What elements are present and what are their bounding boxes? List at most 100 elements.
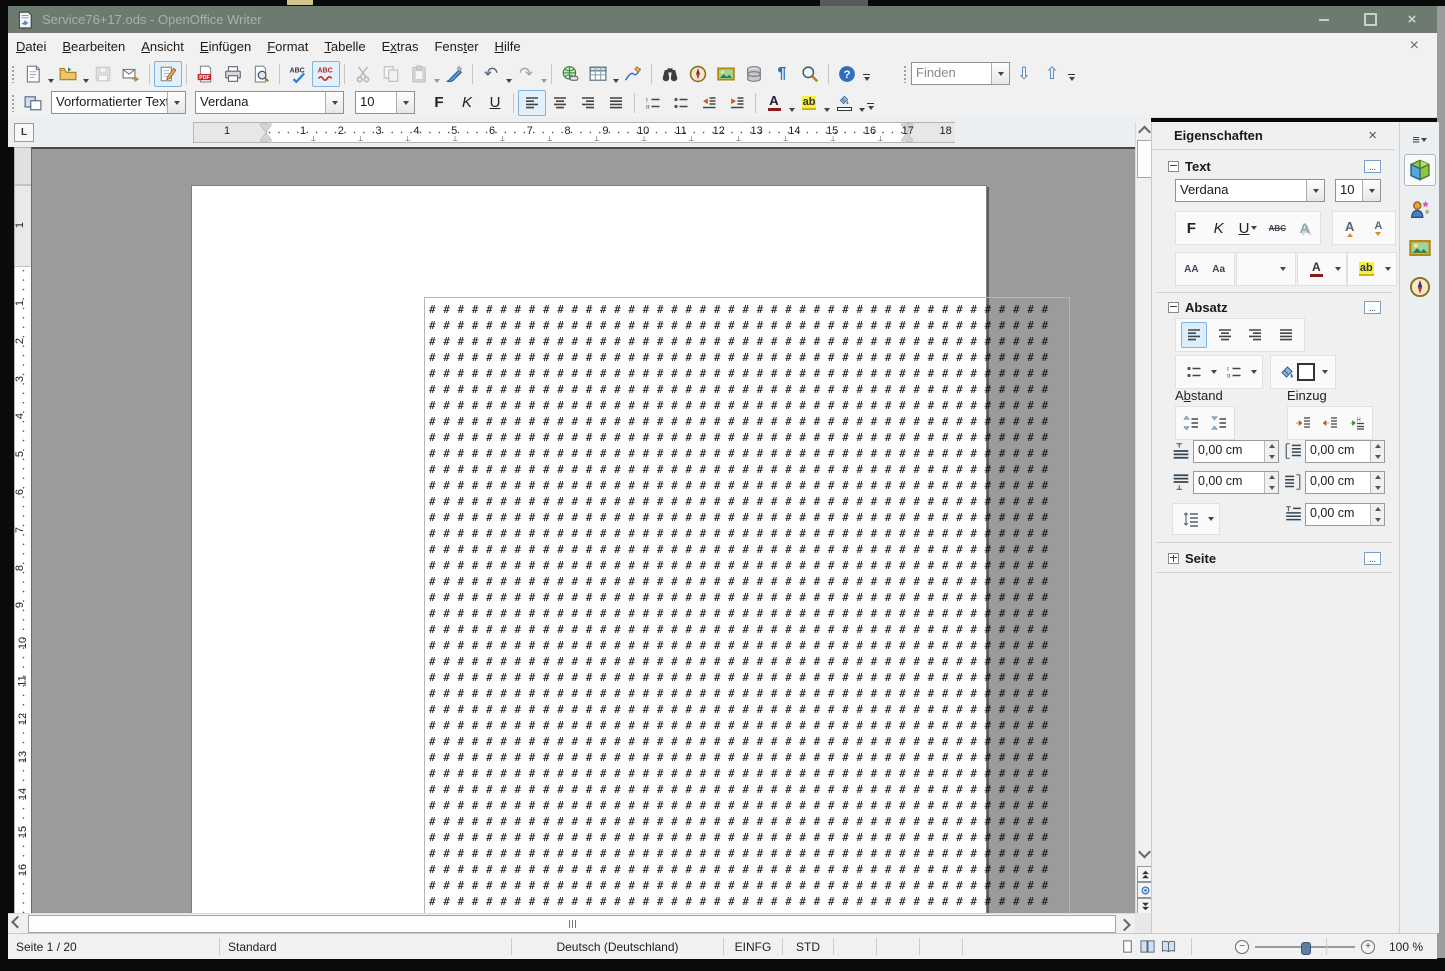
draw-functions-button[interactable] xyxy=(619,61,647,87)
text-line[interactable]: # # # # # # # # # # # # # # # # # # # # … xyxy=(429,894,1069,910)
font-size-dropdown[interactable] xyxy=(396,92,414,113)
find-dropdown[interactable] xyxy=(991,63,1009,84)
underline-button[interactable]: U xyxy=(481,90,509,116)
statusbar-insert-mode[interactable]: EINFG xyxy=(724,938,783,955)
text-line[interactable]: # # # # # # # # # # # # # # # # # # # # … xyxy=(429,302,1069,318)
tab-stop-selector[interactable]: L xyxy=(14,123,34,142)
increase-indent-button[interactable] xyxy=(1290,410,1316,436)
font-name-combobox[interactable]: Verdana xyxy=(195,91,344,114)
paste-dropdown[interactable] xyxy=(433,61,440,86)
sidebar-font-name-dropdown[interactable] xyxy=(1306,180,1324,201)
scroll-left-button[interactable] xyxy=(9,915,26,932)
print-button[interactable] xyxy=(219,61,247,87)
close-document-icon[interactable]: × xyxy=(1410,38,1419,54)
text-line[interactable]: # # # # # # # # # # # # # # # # # # # # … xyxy=(429,862,1069,878)
horizontal-scrollbar[interactable] xyxy=(8,913,1135,934)
text-line[interactable]: # # # # # # # # # # # # # # # # # # # # … xyxy=(429,414,1069,430)
text-line[interactable]: # # # # # # # # # # # # # # # # # # # # … xyxy=(429,478,1069,494)
sidebar-menu-button[interactable]: ≡ xyxy=(1412,132,1427,147)
menu-item-fenster[interactable]: Fenster xyxy=(426,35,486,58)
decrease-font-button[interactable]: A xyxy=(1365,215,1391,241)
text-line[interactable]: # # # # # # # # # # # # # # # # # # # # … xyxy=(429,686,1069,702)
find-toolbar-overflow[interactable] xyxy=(1068,74,1075,82)
spacing-below-field[interactable]: 0,00 cm xyxy=(1193,471,1279,494)
edit-mode-button[interactable] xyxy=(154,61,182,87)
spacing-above-value[interactable]: 0,00 cm xyxy=(1194,441,1264,462)
find-previous-button[interactable]: ⇧ xyxy=(1038,61,1066,87)
horizontal-scroll-thumb[interactable] xyxy=(28,915,1116,933)
zoom-track[interactable] xyxy=(1255,941,1355,953)
sidebar-font-size-combobox[interactable]: 10 xyxy=(1335,179,1381,202)
sidebar-font-size-dropdown[interactable] xyxy=(1362,180,1380,201)
sidebar-bullet-list-button[interactable] xyxy=(1181,359,1207,385)
indent-after-value[interactable]: 0,00 cm xyxy=(1306,472,1370,493)
font-color-dropdown[interactable] xyxy=(788,90,795,115)
close-button[interactable]: × xyxy=(1389,6,1435,33)
hyperlink-button[interactable] xyxy=(556,61,584,87)
text-line[interactable]: # # # # # # # # # # # # # # # # # # # # … xyxy=(429,494,1069,510)
text-line[interactable]: # # # # # # # # # # # # # # # # # # # # … xyxy=(429,830,1069,846)
book-view-icon[interactable] xyxy=(1160,939,1177,954)
text-line[interactable]: # # # # # # # # # # # # # # # # # # # # … xyxy=(429,334,1069,350)
spellcheck-button[interactable] xyxy=(284,61,312,87)
sidebar-align-right-button[interactable] xyxy=(1242,322,1268,348)
increase-spacing-button[interactable] xyxy=(1178,410,1204,436)
sidebar-align-left-button[interactable] xyxy=(1181,322,1207,348)
bullet-list-button[interactable] xyxy=(667,90,695,116)
expand-icon[interactable] xyxy=(1168,553,1179,564)
menu-item-bearbeiten[interactable]: Bearbeiten xyxy=(54,35,133,58)
spacing-below-value[interactable]: 0,00 cm xyxy=(1194,472,1264,493)
undo-dropdown[interactable] xyxy=(505,61,512,86)
insert-table-dropdown[interactable] xyxy=(612,61,619,86)
line-spacing-button[interactable] xyxy=(1178,506,1204,532)
help-button[interactable] xyxy=(833,61,861,87)
first-line-indent-field[interactable]: 0,00 cm xyxy=(1305,503,1385,526)
spacing-above-field[interactable]: 0,00 cm xyxy=(1193,440,1279,463)
tab-gallery[interactable] xyxy=(1404,232,1436,264)
text-line[interactable]: # # # # # # # # # # # # # # # # # # # # … xyxy=(429,350,1069,366)
zoom-percentage[interactable]: 100 % xyxy=(1379,940,1423,954)
increase-indent-button[interactable] xyxy=(723,90,751,116)
sidebar-align-justify-button[interactable] xyxy=(1273,322,1299,348)
toolbar-grip[interactable] xyxy=(11,65,15,83)
vertical-scroll-thumb[interactable] xyxy=(1137,140,1152,178)
paragraph-background-button[interactable] xyxy=(1278,359,1316,385)
text-line[interactable]: # # # # # # # # # # # # # # # # # # # # … xyxy=(429,590,1069,606)
spinner-buttons[interactable] xyxy=(1370,472,1384,493)
text-line[interactable]: # # # # # # # # # # # # # # # # # # # # … xyxy=(429,766,1069,782)
sidebar-italic-button[interactable]: K xyxy=(1206,215,1232,241)
export-pdf-button[interactable] xyxy=(191,61,219,87)
open-button[interactable] xyxy=(54,61,82,87)
cut-button[interactable] xyxy=(349,61,377,87)
indent-before-value[interactable]: 0,00 cm xyxy=(1306,441,1370,462)
text-line[interactable]: # # # # # # # # # # # # # # # # # # # # … xyxy=(429,702,1069,718)
seite-dialog-launcher-icon[interactable]: … xyxy=(1364,552,1381,565)
text-line[interactable]: # # # # # # # # # # # # # # # # # # # # … xyxy=(429,558,1069,574)
char-spacing-button[interactable] xyxy=(1246,256,1272,282)
zoom-out-button[interactable]: − xyxy=(1235,940,1249,954)
highlight-button[interactable]: ab xyxy=(795,90,823,116)
spinner-buttons[interactable] xyxy=(1370,441,1384,462)
text-line[interactable]: # # # # # # # # # # # # # # # # # # # # … xyxy=(429,814,1069,830)
highlight-dropdown[interactable] xyxy=(823,90,830,115)
scroll-down-button[interactable] xyxy=(1136,845,1152,862)
align-center-button[interactable] xyxy=(546,90,574,116)
absatz-dialog-launcher-icon[interactable]: … xyxy=(1364,301,1381,314)
copy-button[interactable] xyxy=(377,61,405,87)
insert-table-button[interactable] xyxy=(584,61,612,87)
sidebar-font-color-button[interactable]: A xyxy=(1303,256,1329,282)
find-input[interactable]: Finden xyxy=(912,63,991,84)
sidebar-numbered-list-button[interactable] xyxy=(1221,359,1247,385)
first-line-indent-value[interactable]: 0,00 cm xyxy=(1306,504,1370,525)
switch-indent-button[interactable] xyxy=(1344,410,1370,436)
formatting-marks-button[interactable]: ¶ xyxy=(768,61,796,87)
text-line[interactable]: # # # # # # # # # # # # # # # # # # # # … xyxy=(429,638,1069,654)
text-line[interactable]: # # # # # # # # # # # # # # # # # # # # … xyxy=(429,798,1069,814)
sidebar-highlight-button[interactable]: ab xyxy=(1353,256,1379,282)
paragraph-style-dropdown[interactable] xyxy=(167,92,185,113)
spinner-buttons[interactable] xyxy=(1370,504,1384,525)
text-line[interactable]: # # # # # # # # # # # # # # # # # # # # … xyxy=(429,542,1069,558)
format-paintbrush-button[interactable] xyxy=(440,61,468,87)
menu-item-datei[interactable]: Datei xyxy=(8,35,54,58)
document-page[interactable]: # # # # # # # # # # # # # # # # # # # # … xyxy=(191,185,987,915)
